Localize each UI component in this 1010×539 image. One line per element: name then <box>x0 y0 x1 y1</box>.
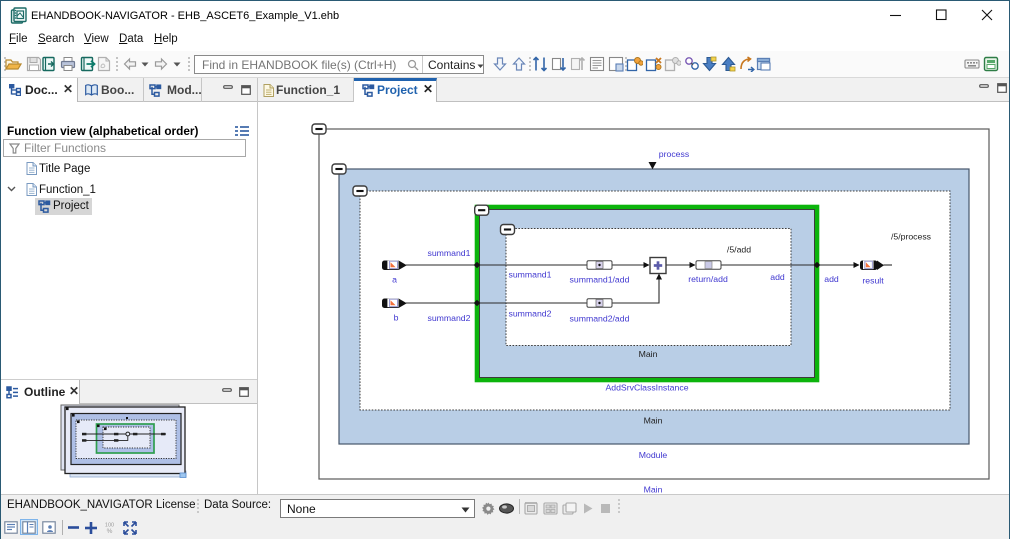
svg-text:return/add: return/add <box>688 274 728 284</box>
svg-text:add: add <box>770 272 785 282</box>
svg-text:add: add <box>824 274 839 284</box>
svg-text:Main: Main <box>644 485 663 495</box>
svg-text:summand2/add: summand2/add <box>570 314 630 324</box>
svg-text:%: % <box>107 528 113 534</box>
svg-text:Module: Module <box>639 450 668 460</box>
svg-text:Main: Main <box>639 349 658 359</box>
svg-text:/5/process: /5/process <box>891 232 932 242</box>
svg-text:summand1: summand1 <box>428 248 471 258</box>
svg-text:summand2: summand2 <box>509 309 552 319</box>
svg-text:summand2: summand2 <box>428 313 471 323</box>
svg-text:a: a <box>392 275 397 285</box>
svg-text:Main: Main <box>644 416 663 426</box>
svg-text:result: result <box>862 276 884 286</box>
svg-text:AddSrvClassInstance: AddSrvClassInstance <box>605 383 688 393</box>
svg-text:summand1/add: summand1/add <box>570 275 630 285</box>
svg-text:b: b <box>394 313 399 323</box>
svg-text:process: process <box>659 149 690 159</box>
svg-text:summand1: summand1 <box>509 270 552 280</box>
svg-text:/5/add: /5/add <box>727 245 751 255</box>
